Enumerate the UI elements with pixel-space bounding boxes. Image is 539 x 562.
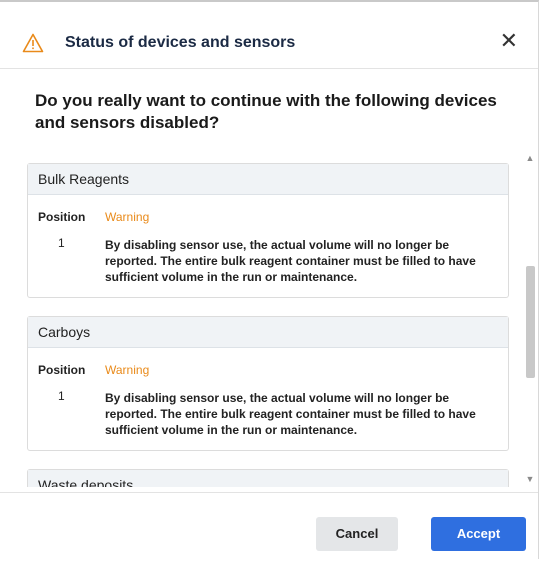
panel-title: Bulk Reagents: [28, 164, 508, 195]
scrollbar-thumb[interactable]: [526, 266, 535, 378]
scrollbar[interactable]: ▲ ▼: [523, 150, 537, 487]
accept-button[interactable]: Accept: [431, 517, 526, 551]
warning-message: By disabling sensor use, the actual volu…: [105, 391, 476, 437]
status-warning: Warning: [105, 210, 150, 224]
warning-triangle-icon: [22, 33, 44, 53]
device-list[interactable]: Bulk Reagents Position Warning 1 By disa…: [0, 154, 539, 487]
cancel-button[interactable]: Cancel: [316, 517, 398, 551]
scroll-down-arrow-icon[interactable]: ▼: [523, 473, 537, 485]
status-warning: Warning: [105, 363, 150, 377]
panel-carboys: Carboys Position Warning 1 By disabling …: [27, 316, 509, 451]
position-value: 1: [58, 389, 65, 403]
panel-title: Waste deposits: [28, 470, 508, 487]
dialog-title: Status of devices and sensors: [65, 34, 296, 51]
position-label: Position: [38, 210, 86, 224]
dialog-footer: Cancel Accept: [0, 492, 538, 562]
confirmation-question: Do you really want to continue with the …: [35, 91, 497, 132]
panel-title: Carboys: [28, 317, 508, 348]
panel-bulk-reagents: Bulk Reagents Position Warning 1 By disa…: [27, 163, 509, 298]
scroll-up-arrow-icon[interactable]: ▲: [523, 152, 537, 164]
warning-message: By disabling sensor use, the actual volu…: [105, 238, 476, 284]
panel-waste-deposits: Waste deposits: [27, 469, 509, 487]
close-icon[interactable]: ✕: [500, 30, 518, 52]
device-status-dialog: Status of devices and sensors ✕ Do you r…: [0, 0, 539, 559]
dialog-header: Status of devices and sensors ✕: [0, 2, 538, 69]
position-value: 1: [58, 236, 65, 250]
position-label: Position: [38, 363, 86, 377]
